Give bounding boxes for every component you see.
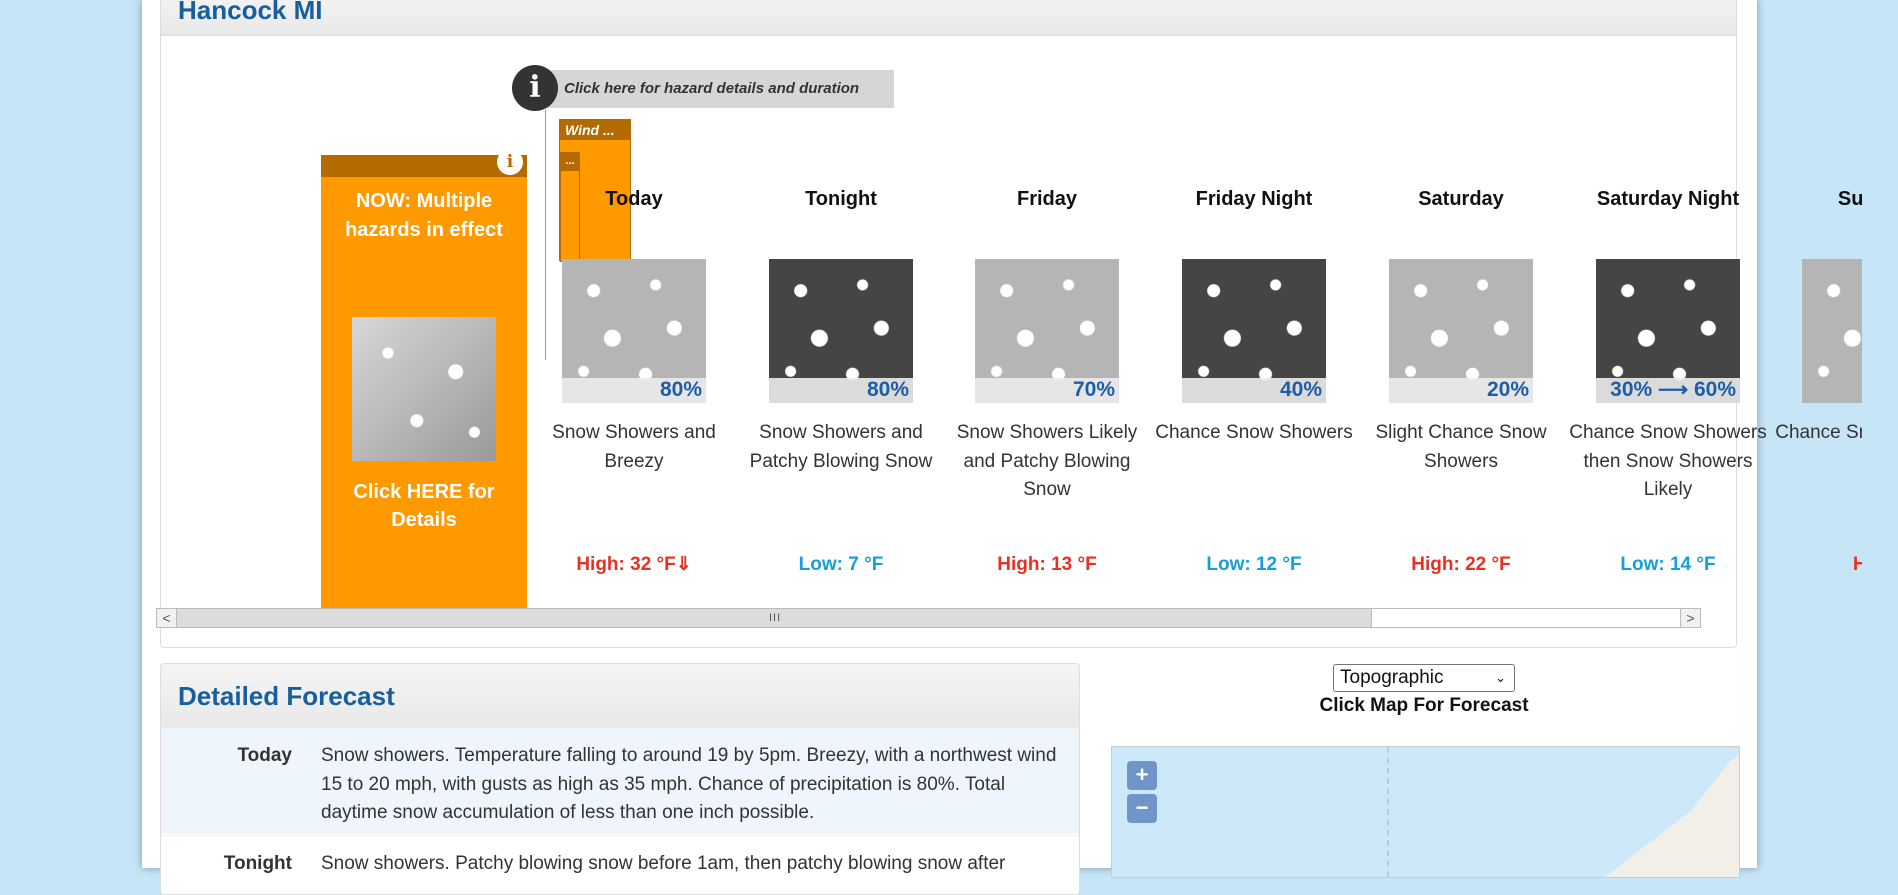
period-name: Today [605,188,663,210]
snow-showers-icon [1802,259,1862,403]
short-forecast: Snow Showers and Patchy Blowing Snow [749,422,933,472]
map-instruction: Click Map For Forecast [1319,695,1529,716]
short-forecast: Slight Chance Snow Showers [1375,422,1547,472]
snow-showers-icon: 30% ⟶ 60% [1596,259,1740,403]
snow-showers-icon: 40% [1182,259,1326,403]
forecast-horizontal-scrollbar[interactable]: < III > [156,608,1701,628]
snow-showers-icon: 20% [1389,259,1533,403]
temperature: Low: 14 °F [1620,554,1716,575]
precip-chance: 70% [1072,378,1115,401]
precip-chance: 30% ⟶ 60% [1610,378,1736,401]
detailed-forecast-panel: Detailed Forecast Today Snow showers. Te… [160,663,1080,895]
temperature: Low: 7 °F [798,554,884,575]
info-icon[interactable]: i [497,149,523,175]
short-forecast: Chance Snow Showers then Snow Showers Li… [1569,422,1767,500]
hazard-box-strip [321,155,527,177]
hazard-details-button[interactable]: Click here for hazard details and durati… [512,65,894,111]
forecast-map[interactable]: + − [1111,746,1740,878]
chevron-down-icon: ⌄ [1495,670,1506,685]
period-name: Friday [1016,188,1078,210]
short-forecast: Chance Snow Showers [1775,422,1862,443]
map-type-selected: Topographic [1340,667,1444,688]
short-forecast: Snow Showers Likely and Patchy Blowing S… [956,422,1138,500]
temperature: High: 22 °F [1411,554,1511,575]
forecast-period-label: Today [237,745,292,766]
current-hazards-box[interactable]: i NOW: Multiple hazards in effect Click … [321,149,527,608]
temperature: High: 32 °F⇓ [576,554,692,575]
detailed-forecast-title: Detailed Forecast [178,681,395,711]
hazard-details-label: Click here for hazard details and durati… [534,70,894,108]
period-name: Friday Night [1195,188,1313,210]
snow-showers-icon: 80% [769,259,913,403]
zoom-in-button[interactable]: + [1127,761,1157,790]
map-type-select[interactable]: Topographic ⌄ [1333,664,1515,692]
info-icon: i [512,65,558,111]
zoom-out-button[interactable]: − [1127,794,1157,823]
temperature: High: 13 °F [997,554,1097,575]
precip-chance: 40% [1279,378,1322,401]
detailed-forecast-row: Tonight Snow showers. Patchy blowing sno… [161,835,1079,894]
map-boundary-line [1387,747,1389,877]
secondary-hazard-label: ... [561,153,579,171]
scroll-left-button[interactable]: < [157,609,177,627]
period-name: Tonight [805,188,877,210]
short-forecast: Chance Snow Showers [1155,422,1353,443]
snow-showers-icon: 80% [562,259,706,403]
short-forecast: Snow Showers and Breezy [552,422,716,472]
wind-hazard-label: Wind ... [560,120,630,140]
forecast-period-text: Snow showers. Patchy blowing snow before… [321,853,1006,874]
precip-chance: 20% [1486,378,1529,401]
period-name: Saturday Night [1596,188,1740,210]
temperature: High [1852,554,1862,575]
scroll-right-button[interactable]: > [1680,609,1700,627]
snow-icon [352,317,496,461]
forecast-period-label: Tonight [223,853,292,874]
temperature: Low: 12 °F [1206,554,1302,575]
period-name: Saturday [1418,188,1504,210]
precip-chance: 80% [659,378,702,401]
current-hazards-headline: NOW: Multiple hazards in effect [345,190,503,241]
precip-chance: 80% [866,378,909,401]
location-title: Hancock MI [178,0,323,25]
panel-header: Hancock MI [161,0,1736,36]
page-container: Hancock MI Click here for hazard details… [142,0,1862,895]
detailed-forecast-row: Today Snow showers. Temperature falling … [161,728,1079,834]
period-name: Sunday [1837,188,1862,210]
snow-showers-icon: 70% [975,259,1119,403]
forecast-period-text: Snow showers. Temperature falling to aro… [321,745,1057,823]
detailed-forecast-header: Detailed Forecast [161,664,1079,729]
hazard-details-link[interactable]: Click HERE for Details [321,478,527,534]
forecast-tombstone-strip: Today 80% Snow Showers and Breezy High: … [531,180,1862,590]
scrollbar-thumb[interactable]: III [177,609,1372,627]
scrollbar-grip: III [769,612,782,624]
map-land [1592,747,1739,877]
